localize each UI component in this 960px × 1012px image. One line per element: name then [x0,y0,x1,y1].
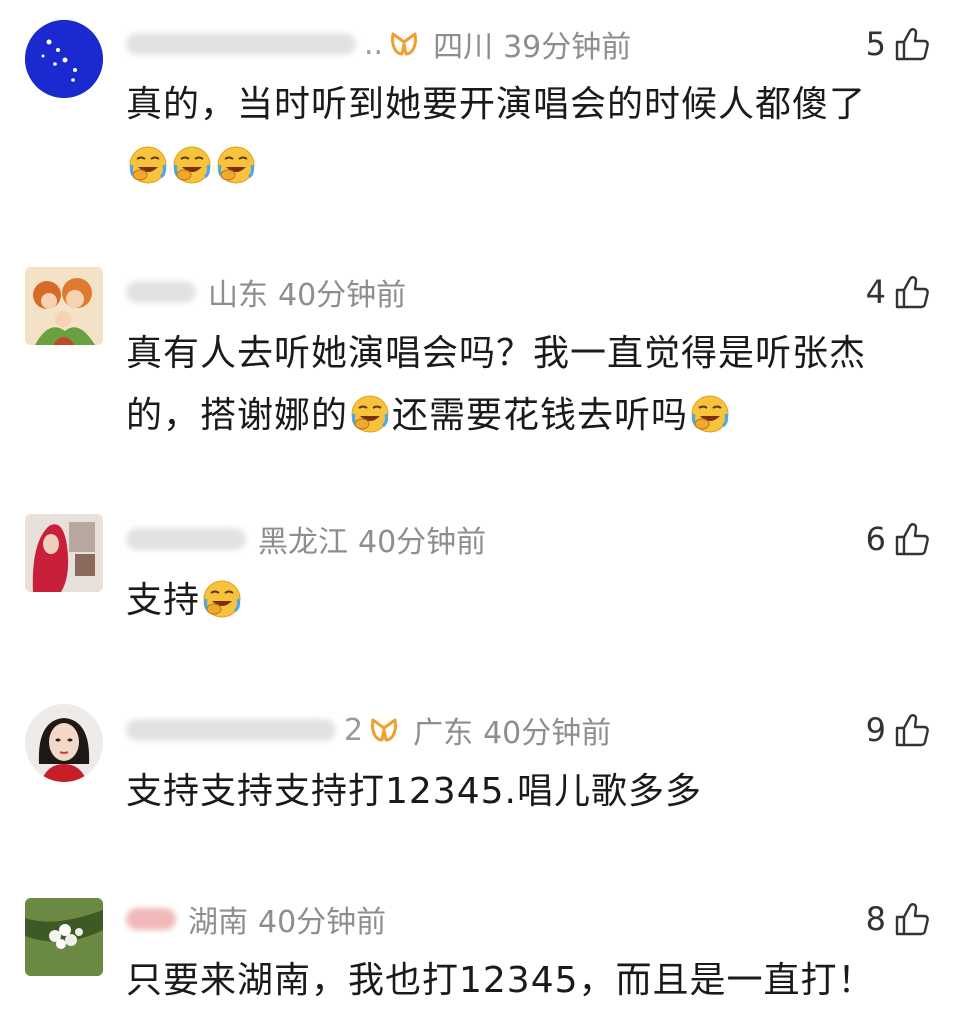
comment-text-content: 只要来湖南，我也打12345，而且是一直打！ [126,960,875,1001]
region-label: 黑龙江 [258,525,348,560]
blurred-username[interactable] [126,281,196,303]
comment-text: 真的，当时听到她要开演唱会的时候人都傻了 [126,74,926,198]
vip-badge-icon [389,30,419,58]
timestamp: 39分钟前 [503,30,632,65]
timestamp: 40分钟前 [358,525,487,560]
facepalm-laugh-emoji-icon [690,394,730,434]
comment-text-content: 真的，当时听到她要开演唱会的时候人都傻了 [126,84,867,125]
avatar[interactable] [25,898,103,976]
facepalm-laugh-emoji-icon [202,579,242,619]
like-button[interactable]: 8 [866,897,930,941]
like-button[interactable]: 5 [866,22,930,66]
comment-meta: .. 四川 39分钟前 [126,22,631,66]
thumbs-up-icon[interactable] [894,712,930,748]
like-button[interactable]: 4 [866,270,930,314]
comment-text-content: 支持支持支持打12345.唱儿歌多多 [126,771,702,812]
woman-portrait-avatar-icon [25,704,103,782]
timestamp: 40分钟前 [278,278,407,313]
region-label: 四川 [433,30,494,65]
comment-meta: 黑龙江 40分钟前 [126,517,486,561]
like-button[interactable]: 6 [866,517,930,561]
blurred-username[interactable] [126,719,336,741]
comment-text: 支持 [126,570,926,632]
like-count: 5 [865,25,886,63]
blurred-username[interactable] [126,33,356,55]
thumbs-up-icon[interactable] [894,26,930,62]
comment-meta: 2 广东 40分钟前 [126,708,611,752]
starry-blue-avatar-icon [25,20,103,98]
comment-text-line: 真有人去听她演唱会吗？我一直觉得是听张杰 [126,333,867,374]
username-tail[interactable]: .. [364,27,383,62]
like-count: 9 [865,711,886,749]
comment-text-content: 支持 [126,580,201,621]
like-count: 6 [865,520,886,558]
red-hair-avatar-icon [25,514,103,592]
facepalm-laugh-emoji-icon [216,145,256,185]
comment-text-line: 的，搭谢娜的 [126,395,349,436]
thumbs-up-icon[interactable] [894,274,930,310]
avatar[interactable] [25,514,103,592]
blurred-username[interactable] [126,528,246,550]
thumbs-up-icon[interactable] [894,521,930,557]
avatar[interactable] [25,20,103,98]
username-tail[interactable]: 2 [344,713,363,748]
region-label: 山东 [208,278,268,313]
comment-text-line: 还需要花钱去听吗 [392,395,689,436]
cartoon-family-avatar-icon [25,267,103,345]
region-label: 湖南 [188,905,248,940]
comment-meta: 湖南 40分钟前 [126,897,386,941]
comment-text: 真有人去听她演唱会吗？我一直觉得是听张杰 的，搭谢娜的 还需要花钱去听吗 [126,323,926,447]
like-count: 8 [865,900,886,938]
timestamp: 40分钟前 [258,905,387,940]
region-label: 广东 [413,716,474,751]
white-flower-avatar-icon [25,898,103,976]
blurred-username[interactable] [126,908,176,930]
like-count: 4 [865,273,886,311]
avatar[interactable] [25,267,103,345]
comment-text: 支持支持支持打12345.唱儿歌多多 [126,761,926,823]
thumbs-up-icon[interactable] [894,901,930,937]
vip-badge-icon [369,716,399,744]
facepalm-laugh-emoji-icon [172,145,212,185]
comment-meta: 山东 40分钟前 [126,270,406,314]
facepalm-laugh-emoji-icon [350,394,390,434]
timestamp: 40分钟前 [483,716,612,751]
avatar[interactable] [25,704,103,782]
comment-text: 只要来湖南，我也打12345，而且是一直打！ [126,950,926,1012]
like-button[interactable]: 9 [866,708,930,752]
facepalm-laugh-emoji-icon [128,145,168,185]
